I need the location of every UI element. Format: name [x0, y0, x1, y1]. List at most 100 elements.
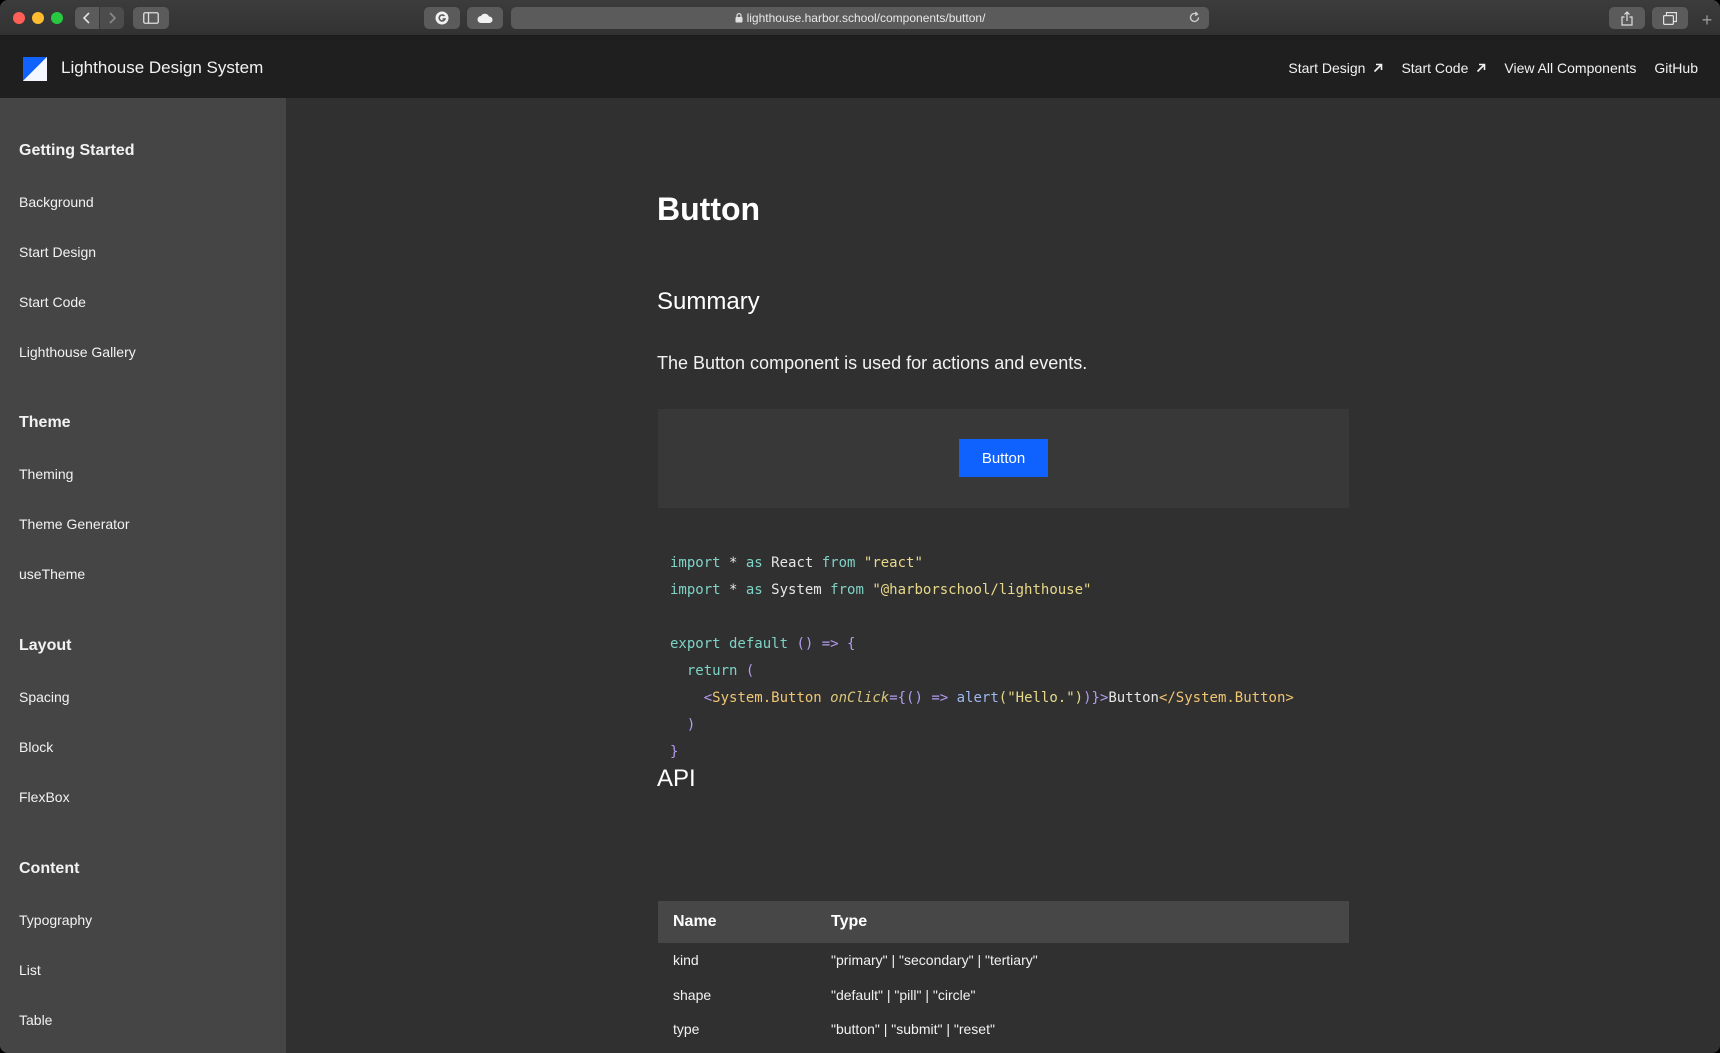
code-token: return: [686, 663, 738, 679]
sidebar-item-table[interactable]: Table: [19, 1012, 52, 1028]
tab-overview-button[interactable]: [1652, 7, 1688, 29]
summary-heading: Summary: [657, 288, 760, 315]
logo-icon[interactable]: [23, 57, 47, 81]
code-token: }: [670, 744, 679, 760]
prop-name: shape: [673, 986, 712, 1003]
code-token: )}>: [1083, 690, 1109, 706]
nav-label: Start Design: [1288, 60, 1366, 76]
site-header: Lighthouse Design System Start Design St…: [0, 36, 1720, 98]
address-bar[interactable]: lighthouse.harbor.school/components/butt…: [511, 7, 1209, 29]
prop-type: "primary" | "secondary" | "tertiary": [831, 952, 1038, 969]
code-token: () => {: [788, 636, 856, 652]
summary-text: The Button component is used for actions…: [657, 353, 1088, 373]
nav-label: GitHub: [1654, 60, 1698, 76]
sidebar-icon: [143, 12, 159, 24]
forward-button[interactable]: [100, 7, 124, 29]
code-token: System: [762, 582, 831, 598]
sidebar-heading-content: Content: [19, 860, 80, 877]
column-header-type: Type: [831, 913, 868, 930]
extension-button-cloud[interactable]: [467, 7, 503, 29]
api-heading: API: [657, 765, 696, 792]
share-button[interactable]: [1609, 7, 1645, 29]
sidebar-heading-getting-started: Getting Started: [19, 142, 135, 159]
table-row: type "button" | "submit" | "reset": [658, 1012, 1349, 1047]
code-token: import: [670, 555, 721, 571]
code-token: as: [745, 582, 763, 598]
share-icon: [1621, 10, 1633, 26]
sidebar-item-typography[interactable]: Typography: [19, 912, 92, 928]
nav-label: View All Components: [1504, 60, 1637, 76]
back-button[interactable]: [75, 7, 99, 29]
nav-start-design[interactable]: Start Design: [1288, 57, 1383, 79]
nav-view-all-components[interactable]: View All Components: [1504, 57, 1636, 79]
nav-start-code[interactable]: Start Code: [1401, 57, 1486, 79]
code-token: *: [720, 582, 746, 598]
code-token: from: [830, 582, 864, 598]
code-token: default: [720, 636, 789, 652]
code-example: import * as React from "react" import * …: [670, 550, 1294, 766]
code-token: export: [670, 636, 721, 652]
code-token: "react": [855, 555, 923, 571]
reload-icon[interactable]: [1188, 11, 1201, 24]
prop-name: kind: [673, 952, 699, 969]
extension-button-grammarly[interactable]: [424, 7, 460, 29]
minimize-window-button[interactable]: [32, 12, 44, 24]
code-token: alert: [956, 690, 999, 706]
sidebar-item-list[interactable]: List: [19, 962, 41, 978]
new-tab-button[interactable]: +: [1697, 10, 1717, 30]
forward-icon: [109, 12, 117, 24]
browser-window: lighthouse.harbor.school/components/butt…: [0, 0, 1720, 1053]
grammarly-icon: [435, 11, 449, 25]
code-token: React: [762, 555, 822, 571]
sidebar-item-flexbox[interactable]: FlexBox: [19, 789, 70, 805]
prop-type: "default" | "pill" | "circle": [831, 986, 976, 1003]
code-token: System.Button: [712, 690, 822, 706]
zoom-window-button[interactable]: [51, 12, 63, 24]
tabs-icon: [1663, 11, 1677, 25]
close-window-button[interactable]: [13, 12, 25, 24]
sidebar-item-theme-generator[interactable]: Theme Generator: [19, 516, 130, 532]
table-row: kind "primary" | "secondary" | "tertiary…: [658, 943, 1349, 978]
sidebar-item-background[interactable]: Background: [19, 194, 94, 210]
sidebar-heading-theme: Theme: [19, 414, 71, 431]
sidebar-toggle-button[interactable]: [133, 7, 169, 29]
code-token: as: [745, 555, 763, 571]
sidebar-item-theming[interactable]: Theming: [19, 466, 73, 482]
sidebar-item-block[interactable]: Block: [19, 739, 53, 755]
code-token: </System.Button>: [1158, 690, 1294, 706]
sidebar-item-start-code[interactable]: Start Code: [19, 294, 86, 310]
column-header-name: Name: [673, 913, 717, 930]
sidebar-item-spacing[interactable]: Spacing: [19, 689, 70, 705]
nav-github[interactable]: GitHub: [1654, 57, 1698, 79]
browser-toolbar: lighthouse.harbor.school/components/butt…: [0, 0, 1720, 36]
nav-label: Start Code: [1401, 60, 1469, 76]
top-navigation: Start Design Start Code View All Compone…: [1270, 57, 1698, 79]
back-icon: [82, 12, 90, 24]
prop-type: "button" | "submit" | "reset": [831, 1021, 995, 1038]
demo-button[interactable]: Button: [959, 439, 1048, 477]
code-token: from: [821, 555, 856, 571]
sidebar-item-start-design[interactable]: Start Design: [19, 244, 96, 260]
sidebar-heading-layout: Layout: [19, 637, 72, 654]
code-token: ): [686, 717, 696, 733]
code-token: Button: [1108, 690, 1159, 706]
page-title: Button: [657, 191, 761, 227]
sidebar-item-usetheme[interactable]: useTheme: [19, 566, 85, 582]
sidebar: Getting Started Background Start Design …: [0, 98, 286, 1053]
table-row: shape "default" | "pill" | "circle": [658, 978, 1349, 1013]
code-token: onClick: [830, 690, 890, 706]
code-token: <: [703, 690, 713, 706]
url-text: lighthouse.harbor.school/components/butt…: [746, 11, 986, 25]
code-token: ={() =>: [889, 690, 957, 706]
lock-icon: [735, 13, 743, 23]
prop-name: type: [673, 1021, 700, 1038]
main-content: Button Summary The Button component is u…: [286, 98, 1720, 1053]
api-table: Name Type kind "primary" | "secondary" |…: [658, 901, 1349, 1047]
code-token: ("Hello."): [998, 690, 1084, 706]
code-token: import: [670, 582, 721, 598]
code-token: *: [720, 555, 746, 571]
external-arrow-icon: [1477, 63, 1486, 73]
site-title[interactable]: Lighthouse Design System: [61, 56, 263, 80]
sidebar-item-lighthouse-gallery[interactable]: Lighthouse Gallery: [19, 344, 136, 360]
cloud-icon: [477, 13, 493, 23]
